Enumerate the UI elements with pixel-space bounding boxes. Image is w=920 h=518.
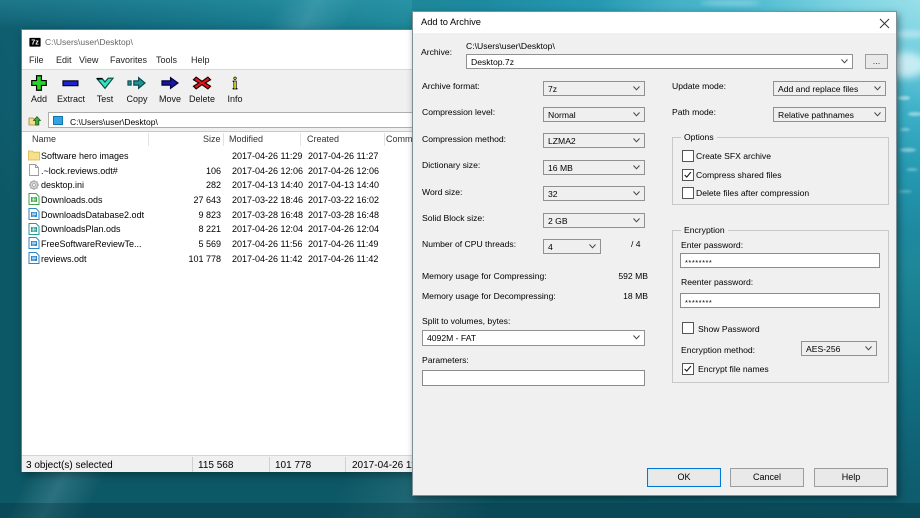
svg-text:i: i [233,75,238,91]
svg-text:7z: 7z [31,38,39,47]
